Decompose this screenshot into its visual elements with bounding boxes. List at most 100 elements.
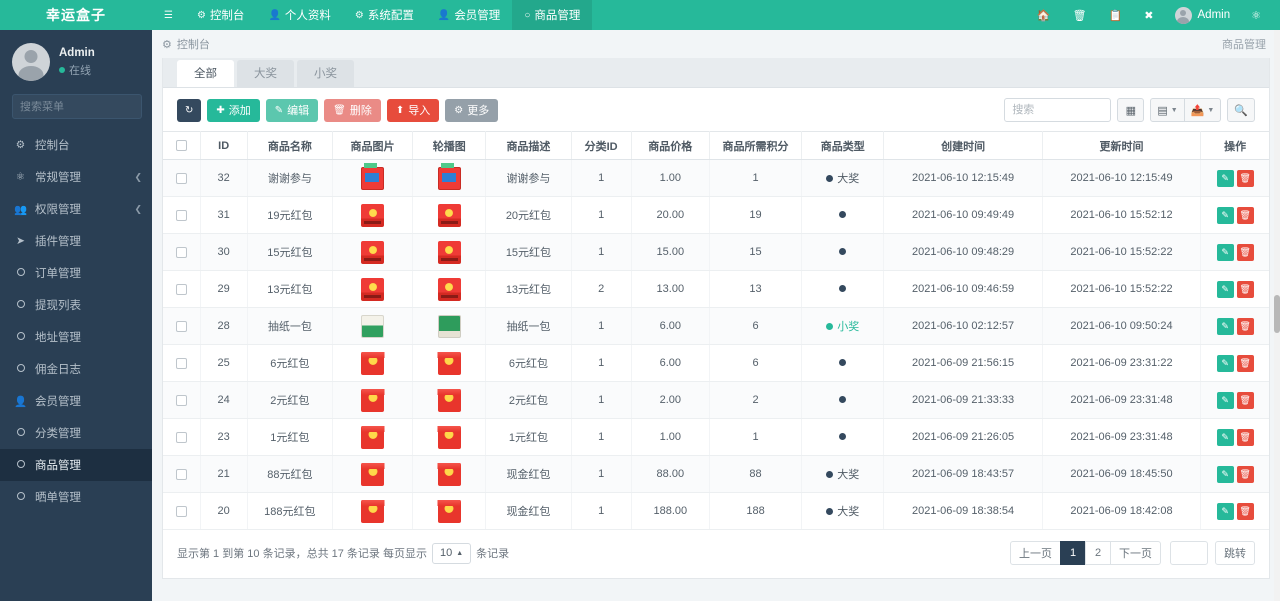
jump-button[interactable]: 跳转 bbox=[1215, 541, 1255, 565]
row-checkbox[interactable] bbox=[175, 246, 187, 258]
cell-image[interactable] bbox=[332, 159, 414, 197]
fullscreen-icon[interactable]: ✖ bbox=[1133, 0, 1164, 30]
carousel-image-thumb[interactable] bbox=[437, 462, 461, 486]
sidebar-item-general-manage[interactable]: ⚛ 常规管理 ❮ bbox=[0, 161, 152, 193]
table-row[interactable]: 20 188元红包 现金红包 1 188.00 188 大奖 2021-06-09 18:38… bbox=[163, 492, 1269, 530]
page-size-select[interactable]: 10 ▲ bbox=[431, 542, 472, 564]
row-checkbox[interactable] bbox=[175, 468, 187, 480]
cell-carousel[interactable] bbox=[412, 196, 487, 234]
columns-icon[interactable]: ▦ bbox=[1117, 98, 1145, 122]
cell-image[interactable] bbox=[332, 381, 414, 419]
sidebar-item-member-manage[interactable]: 👤 会员管理 bbox=[0, 385, 152, 417]
row-delete-button[interactable]: 🗑 bbox=[1236, 428, 1254, 446]
search-icon[interactable]: 🔍 bbox=[1227, 98, 1255, 122]
product-image-thumb[interactable] bbox=[361, 351, 385, 375]
sidebar-item-address-manage[interactable]: 地址管理 bbox=[0, 321, 152, 353]
product-image-thumb[interactable] bbox=[361, 162, 385, 190]
sidebar-item-permission-manage[interactable]: 👥 权限管理 ❮ bbox=[0, 193, 152, 225]
edit-button[interactable]: ✎ 编辑 bbox=[265, 98, 319, 122]
col-carousel[interactable]: 轮播图 bbox=[412, 131, 487, 160]
row-checkbox[interactable] bbox=[175, 283, 187, 295]
cell-carousel[interactable] bbox=[412, 418, 487, 456]
top-nav-item-product-manage[interactable]: ○ 商品管理 bbox=[512, 0, 593, 30]
search-input[interactable] bbox=[1004, 98, 1112, 122]
row-select-cell[interactable] bbox=[163, 492, 201, 530]
row-edit-button[interactable]: ✎ bbox=[1216, 317, 1234, 335]
top-nav-item-profile[interactable]: 👤 个人资料 bbox=[256, 0, 342, 30]
home-icon[interactable]: 🏠 bbox=[1026, 0, 1062, 30]
cell-carousel[interactable] bbox=[412, 307, 487, 345]
export-icon[interactable]: 📤 ▼ bbox=[1183, 98, 1222, 122]
row-delete-button[interactable]: 🗑 bbox=[1236, 243, 1254, 261]
sidebar-search[interactable]: 🔍 bbox=[12, 94, 176, 119]
sidebar-item-order-manage[interactable]: 订单管理 bbox=[0, 257, 152, 289]
cell-carousel[interactable] bbox=[412, 381, 487, 419]
sidebar-toggle-button[interactable]: ☰ bbox=[152, 0, 185, 30]
import-button[interactable]: ⬆ 导入 bbox=[386, 98, 440, 122]
cell-carousel[interactable] bbox=[412, 270, 487, 308]
cell-image[interactable] bbox=[332, 418, 414, 456]
refresh-button[interactable]: ↻ bbox=[177, 98, 202, 122]
carousel-image-thumb[interactable] bbox=[437, 162, 461, 190]
table-row[interactable]: 23 1元红包 1元红包 1 1.00 1 2021-06-09 21:26:05 2021-… bbox=[163, 418, 1269, 456]
row-select-cell[interactable] bbox=[163, 159, 201, 197]
row-edit-button[interactable]: ✎ bbox=[1216, 428, 1234, 446]
row-select-cell[interactable] bbox=[163, 307, 201, 345]
user-menu[interactable]: Admin bbox=[1165, 0, 1241, 30]
tab-big-prize[interactable]: 大奖 bbox=[237, 60, 294, 87]
col-created[interactable]: 创建时间 bbox=[883, 131, 1043, 160]
sidebar-item-category-manage[interactable]: 分类管理 bbox=[0, 417, 152, 449]
table-row[interactable]: 24 2元红包 2元红包 1 2.00 2 2021-06-09 21:33:33 2021-… bbox=[163, 381, 1269, 419]
row-select-cell[interactable] bbox=[163, 455, 201, 493]
table-row[interactable]: 32 谢谢参与 谢谢参与 1 1.00 1 大奖 2021-06-10 12:15:49 202… bbox=[163, 159, 1269, 197]
col-category-id[interactable]: 分类ID bbox=[571, 131, 632, 160]
page-button-1[interactable]: 1 bbox=[1060, 541, 1086, 565]
cell-carousel[interactable] bbox=[412, 159, 487, 197]
row-edit-button[interactable]: ✎ bbox=[1216, 280, 1234, 298]
breadcrumb-current[interactable]: 控制台 bbox=[177, 36, 210, 52]
row-select-cell[interactable] bbox=[163, 418, 201, 456]
row-delete-button[interactable]: 🗑 bbox=[1236, 354, 1254, 372]
top-nav-item-system-config[interactable]: ⚙ 系统配置 bbox=[343, 0, 426, 30]
table-row[interactable]: 25 6元红包 6元红包 1 6.00 6 2021-06-09 21:56:15 2021-… bbox=[163, 344, 1269, 382]
cell-image[interactable] bbox=[332, 455, 414, 493]
trash-icon[interactable]: 🗑 bbox=[1062, 0, 1098, 30]
row-checkbox[interactable] bbox=[175, 320, 187, 332]
col-desc[interactable]: 商品描述 bbox=[485, 131, 572, 160]
cell-carousel[interactable] bbox=[412, 233, 487, 271]
row-checkbox[interactable] bbox=[175, 431, 187, 443]
col-type[interactable]: 商品类型 bbox=[801, 131, 885, 160]
sidebar-item-withdraw-list[interactable]: 提现列表 bbox=[0, 289, 152, 321]
sidebar-item-order-share-manage[interactable]: 晒单管理 bbox=[0, 481, 152, 513]
row-delete-button[interactable]: 🗑 bbox=[1236, 391, 1254, 409]
cell-carousel[interactable] bbox=[412, 455, 487, 493]
col-id[interactable]: ID bbox=[200, 131, 248, 160]
top-nav-item-dashboard[interactable]: ⚙ 控制台 bbox=[185, 0, 256, 30]
next-page-button[interactable]: 下一页 bbox=[1110, 541, 1161, 565]
row-edit-button[interactable]: ✎ bbox=[1216, 206, 1234, 224]
product-image-thumb[interactable] bbox=[361, 314, 385, 338]
col-price[interactable]: 商品价格 bbox=[631, 131, 710, 160]
brand-logo[interactable]: 幸运盒子 bbox=[0, 0, 152, 30]
carousel-image-thumb[interactable] bbox=[437, 314, 461, 338]
row-checkbox[interactable] bbox=[175, 505, 187, 517]
row-delete-button[interactable]: 🗑 bbox=[1236, 502, 1254, 520]
row-checkbox[interactable] bbox=[175, 394, 187, 406]
row-edit-button[interactable]: ✎ bbox=[1216, 354, 1234, 372]
product-image-thumb[interactable] bbox=[361, 240, 385, 264]
row-select-cell[interactable] bbox=[163, 196, 201, 234]
top-nav-item-member-manage[interactable]: 👤 会员管理 bbox=[426, 0, 512, 30]
row-edit-button[interactable]: ✎ bbox=[1216, 243, 1234, 261]
delete-button[interactable]: 🗑 删除 bbox=[324, 98, 381, 122]
more-button[interactable]: ⚙ 更多 bbox=[445, 98, 499, 122]
product-image-thumb[interactable] bbox=[361, 462, 385, 486]
select-all-header[interactable] bbox=[163, 131, 201, 160]
carousel-image-thumb[interactable] bbox=[437, 388, 461, 412]
carousel-image-thumb[interactable] bbox=[437, 499, 461, 523]
row-select-cell[interactable] bbox=[163, 381, 201, 419]
select-all-checkbox[interactable] bbox=[175, 140, 187, 152]
cell-image[interactable] bbox=[332, 307, 414, 345]
carousel-image-thumb[interactable] bbox=[437, 240, 461, 264]
col-points[interactable]: 商品所需积分 bbox=[709, 131, 803, 160]
cell-image[interactable] bbox=[332, 196, 414, 234]
